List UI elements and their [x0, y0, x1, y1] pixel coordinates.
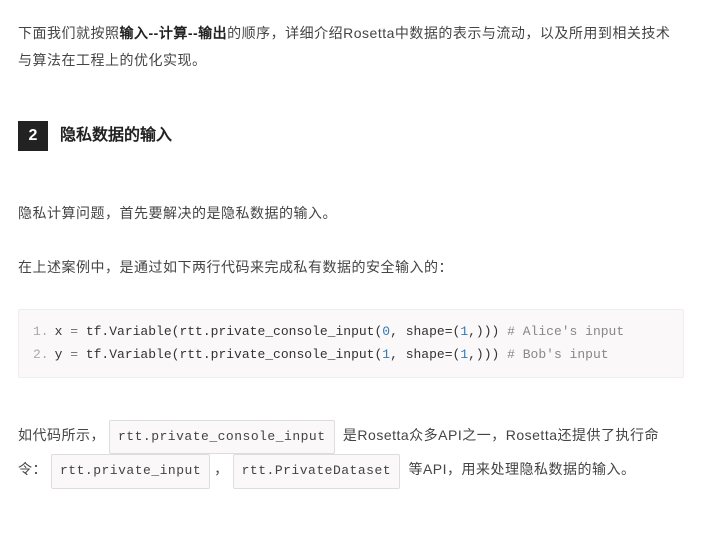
- closing-text-1: 如代码所示，: [18, 427, 105, 443]
- inline-code-2: rtt.private_input: [51, 454, 210, 489]
- code-block[interactable]: 1.x = tf.Variable(rtt.private_console_in…: [18, 309, 684, 378]
- line-number: 1.: [33, 324, 49, 339]
- paragraph-1: 隐私计算问题，首先要解决的是隐私数据的输入。: [18, 200, 684, 227]
- intro-bold: 输入--计算--输出: [120, 25, 228, 41]
- inline-code-1: rtt.private_console_input: [109, 420, 335, 455]
- line-number: 2.: [33, 347, 49, 362]
- closing-text-3: ，: [214, 461, 229, 477]
- section-number-badge: 2: [18, 121, 48, 151]
- code-line-2: 2.y = tf.Variable(rtt.private_console_in…: [33, 343, 669, 366]
- section-header: 2 隐私数据的输入: [18, 121, 684, 151]
- closing-text-4: 等API，用来处理隐私数据的输入。: [404, 461, 635, 477]
- section-title: 隐私数据的输入: [60, 121, 172, 151]
- inline-code-3: rtt.PrivateDataset: [233, 454, 400, 489]
- intro-paragraph: 下面我们就按照输入--计算--输出的顺序，详细介绍Rosetta中数据的表示与流…: [18, 20, 684, 73]
- paragraph-2: 在上述案例中，是通过如下两行代码来完成私有数据的安全输入的：: [18, 254, 684, 281]
- closing-paragraph: 如代码所示，rtt.private_console_input 是Rosetta…: [18, 420, 684, 489]
- code-line-1: 1.x = tf.Variable(rtt.private_console_in…: [33, 320, 669, 343]
- intro-pre: 下面我们就按照: [18, 25, 120, 41]
- section-number: 2: [29, 121, 38, 151]
